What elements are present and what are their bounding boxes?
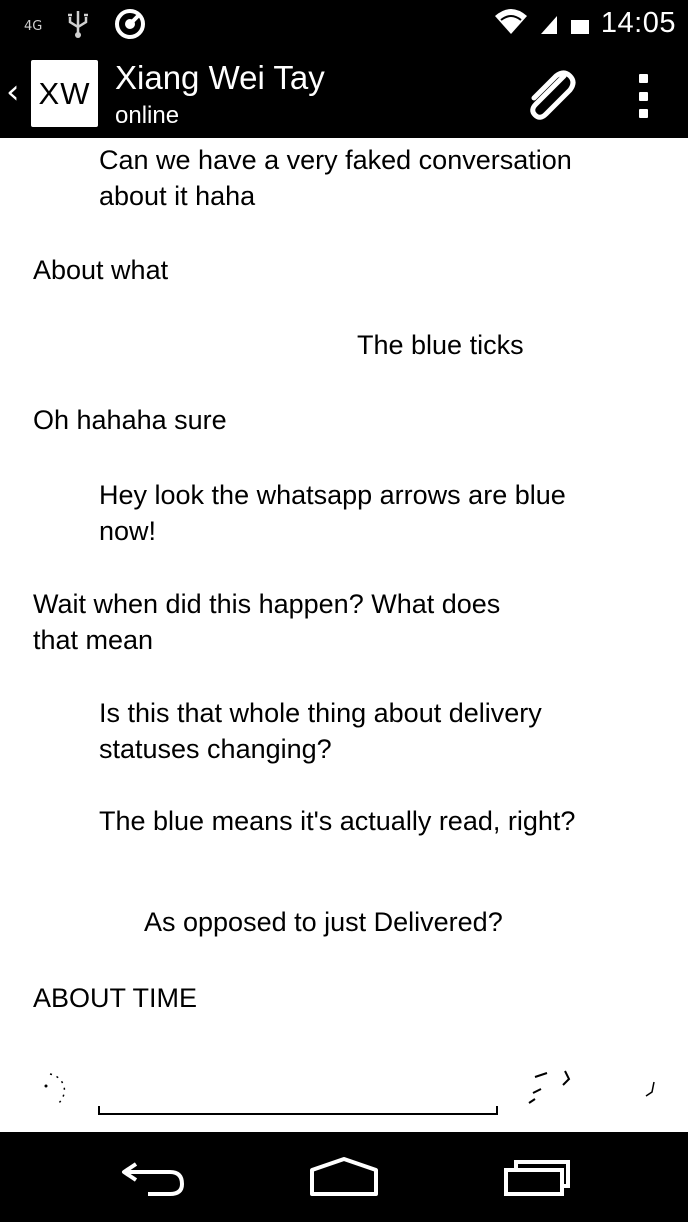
avatar-initials: XW — [38, 75, 91, 111]
message-line: ABOUT TIME — [33, 983, 198, 1013]
overflow-menu-dot — [638, 91, 648, 101]
recents-nav-icon — [504, 1160, 570, 1196]
contact-name[interactable]: Xiang Wei Tay — [115, 59, 325, 97]
message-outgoing[interactable]: The blue ticks — [357, 327, 524, 363]
contact-status: online — [115, 102, 180, 129]
message-outgoing[interactable]: As opposed to just Delivered? — [144, 904, 503, 940]
recents-nav-button[interactable] — [502, 1156, 572, 1200]
battery-icon — [569, 6, 591, 41]
send-button[interactable] — [640, 1078, 664, 1102]
message-incoming[interactable]: Oh hahaha sure — [33, 402, 227, 438]
network-type-label: 4G — [24, 19, 43, 34]
message-incoming[interactable]: ABOUT TIME — [33, 980, 197, 1016]
usb-debug-icon — [64, 9, 92, 44]
message-outgoing[interactable]: Hey look the whatsapp arrows are blue no… — [99, 477, 566, 549]
signal-icon — [539, 6, 559, 41]
conversation-header[interactable]: ‹ XW Xiang Wei Tay online — [0, 50, 688, 138]
message-input[interactable] — [98, 1106, 498, 1115]
message-line: Is this that whole thing about delivery — [99, 698, 542, 728]
system-navigation-bar — [0, 1132, 688, 1222]
back-chevron-icon[interactable]: ‹ — [6, 72, 20, 112]
overflow-menu-button[interactable] — [628, 68, 658, 124]
overflow-menu-icon — [638, 74, 648, 83]
clock: 14:05 — [600, 7, 676, 39]
mic-button[interactable] — [525, 1063, 581, 1113]
message-line: about it haha — [99, 181, 256, 211]
emoji-icon — [44, 1073, 66, 1105]
sync-icon — [114, 8, 146, 45]
message-line: About what — [33, 255, 169, 285]
back-nav-icon — [122, 1162, 184, 1196]
message-line: Oh hahaha sure — [33, 405, 227, 435]
overflow-menu-dot — [638, 109, 648, 118]
wifi-icon — [493, 6, 529, 41]
back-nav-button[interactable] — [118, 1156, 188, 1200]
status-right-group: 14:05 — [493, 6, 676, 41]
message-outgoing[interactable]: Is this that whole thing about delivery … — [99, 695, 542, 767]
message-line: As opposed to just Delivered? — [144, 907, 503, 937]
message-line: The blue ticks — [357, 330, 524, 360]
home-nav-button[interactable] — [308, 1156, 380, 1200]
message-line: statuses changing? — [99, 734, 332, 764]
message-line: Hey look the whatsapp arrows are blue — [99, 480, 566, 510]
send-icon — [645, 1081, 655, 1097]
message-incoming[interactable]: Wait when did this happen? What does tha… — [33, 586, 500, 658]
attach-button[interactable] — [520, 64, 582, 126]
message-line: that mean — [33, 625, 154, 655]
mic-icon — [528, 1070, 571, 1104]
contact-avatar[interactable]: XW — [31, 60, 98, 127]
message-outgoing[interactable]: The blue means it's actually read, right… — [99, 803, 575, 839]
status-bar: 4G 14:05 — [0, 0, 688, 50]
message-line: Wait when did this happen? What does — [33, 589, 501, 619]
message-line: Can we have a very faked conversation — [99, 145, 572, 175]
message-line: The blue means it's actually read, right… — [99, 806, 576, 836]
emoji-button[interactable] — [30, 1068, 76, 1114]
status-left-group: 4G — [24, 8, 146, 45]
message-line: now! — [99, 516, 157, 546]
message-outgoing[interactable]: Can we have a very faked conversation ab… — [99, 142, 572, 214]
chat-area[interactable]: Can we have a very faked conversation ab… — [0, 138, 688, 1132]
message-incoming[interactable]: About what — [33, 252, 168, 288]
home-nav-icon — [310, 1157, 378, 1196]
paperclip-icon — [530, 70, 576, 120]
